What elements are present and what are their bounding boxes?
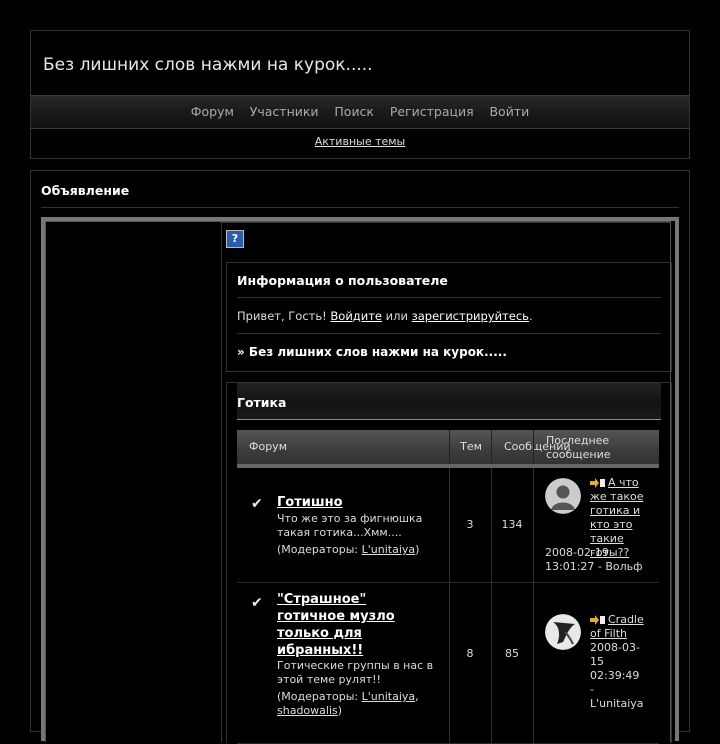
mods-suffix: )	[415, 543, 420, 556]
mods-suffix: )	[337, 704, 343, 717]
col-topics: Тем	[449, 430, 492, 464]
forum-name: "Страшное" готичное музло только для ибр…	[277, 591, 402, 659]
divider	[237, 297, 661, 298]
nav-members[interactable]: Участники	[250, 104, 319, 119]
left-column	[46, 222, 222, 742]
arrow-doc-icon	[590, 615, 606, 625]
announcement-title: Объявление	[41, 183, 130, 198]
post-count: 85	[505, 647, 519, 660]
user-info-panel: Информация о пользователе Привет, Гость!…	[226, 262, 672, 372]
category-header: Готика	[237, 383, 661, 419]
divider	[237, 419, 661, 420]
moderator-link[interactable]: shadowalis	[277, 704, 338, 717]
last-post-meta: 2008-02-19 13:01:27 - Вольф	[545, 546, 643, 573]
greeting-text: Привет, Гость!	[237, 309, 331, 323]
col-last-post: Последнее сообщение	[533, 430, 659, 464]
mods-prefix: (Модераторы:	[277, 543, 362, 556]
register-link[interactable]: зарегистрируйтесь	[412, 309, 529, 323]
content-frame: ? Информация о пользователе Привет, Гост…	[41, 217, 679, 744]
user-avatar-icon	[545, 478, 581, 514]
nav-forum[interactable]: Форум	[191, 104, 234, 119]
guest-greeting: Привет, Гость! Войдите или зарегистрируй…	[237, 309, 533, 323]
forum-table-header: Форум Тем Сообщений Последнее сообщение	[237, 430, 659, 468]
forum-moderators: (Модераторы: L'unitaiya)	[277, 543, 445, 557]
divider	[41, 207, 679, 208]
greeting-dot: .	[528, 309, 533, 323]
greeting-or: или	[382, 309, 412, 323]
post-count: 134	[501, 518, 523, 531]
moderator-link[interactable]: L'unitaiya	[362, 543, 416, 556]
divider	[237, 333, 661, 334]
forum-description: Готические группы в нас в этой теме руля…	[277, 659, 434, 686]
arrow-doc-icon	[590, 478, 606, 488]
forum-category-section: Готика Форум Тем Сообщений Последнее соо…	[226, 382, 672, 744]
board-home-link[interactable]: » Без лишних слов нажми на курок.....	[237, 345, 507, 359]
divider	[220, 222, 670, 223]
last-post-title: Cradle of Filth	[590, 613, 650, 641]
topic-count: 8	[466, 647, 474, 660]
last-post-meta: 2008-03-15 02:39:49 - L'unitaiya	[545, 641, 649, 711]
help-icon[interactable]: ?	[226, 230, 244, 248]
col-forum: Форум	[249, 440, 287, 453]
content-frame-inner: ? Информация о пользователе Привет, Гост…	[45, 221, 672, 744]
last-post-date: 2008-03-15 02:39:49 - L'unitaiya	[590, 641, 644, 710]
forum-name: Готишно	[277, 494, 442, 511]
nav-search[interactable]: Поиск	[334, 104, 374, 119]
forum-moderators: (Модераторы: L'unitaiya, shadowalis)	[277, 690, 419, 717]
active-topics-link[interactable]: Активные темы	[315, 135, 406, 148]
subnav: Активные темы	[31, 135, 689, 148]
nav-login[interactable]: Войти	[489, 104, 529, 119]
forum-row: ✔ Готишно Что же это за фигнюшка такая г…	[237, 468, 659, 583]
login-link[interactable]: Войдите	[330, 309, 382, 323]
forum-link[interactable]: Готишно	[277, 495, 343, 510]
mods-prefix: (Модераторы:	[277, 690, 362, 703]
checkmark-icon: ✔	[251, 496, 263, 512]
col-posts: Сообщений	[491, 430, 571, 464]
nav-register[interactable]: Регистрация	[390, 104, 474, 119]
forum-description: Что же это за фигнюшка такая готика...Хм…	[277, 512, 423, 539]
site-title: Без лишних слов нажми на курок.....	[43, 55, 373, 75]
user-info-title: Информация о пользователе	[237, 273, 448, 288]
header-box: Без лишних слов нажми на курок..... Фору…	[30, 30, 690, 159]
checkmark-icon: ✔	[251, 595, 263, 611]
category-title: Готика	[237, 395, 287, 410]
announcement-box: Объявление ? Информация о пользователе П…	[30, 170, 690, 744]
main-navbar: Форум Участники Поиск Регистрация Войти	[31, 95, 689, 129]
moderator-link[interactable]: L'unitaiya	[362, 690, 416, 703]
forum-link[interactable]: "Страшное" готичное музло только для ибр…	[277, 592, 395, 658]
topic-count: 3	[466, 518, 474, 531]
